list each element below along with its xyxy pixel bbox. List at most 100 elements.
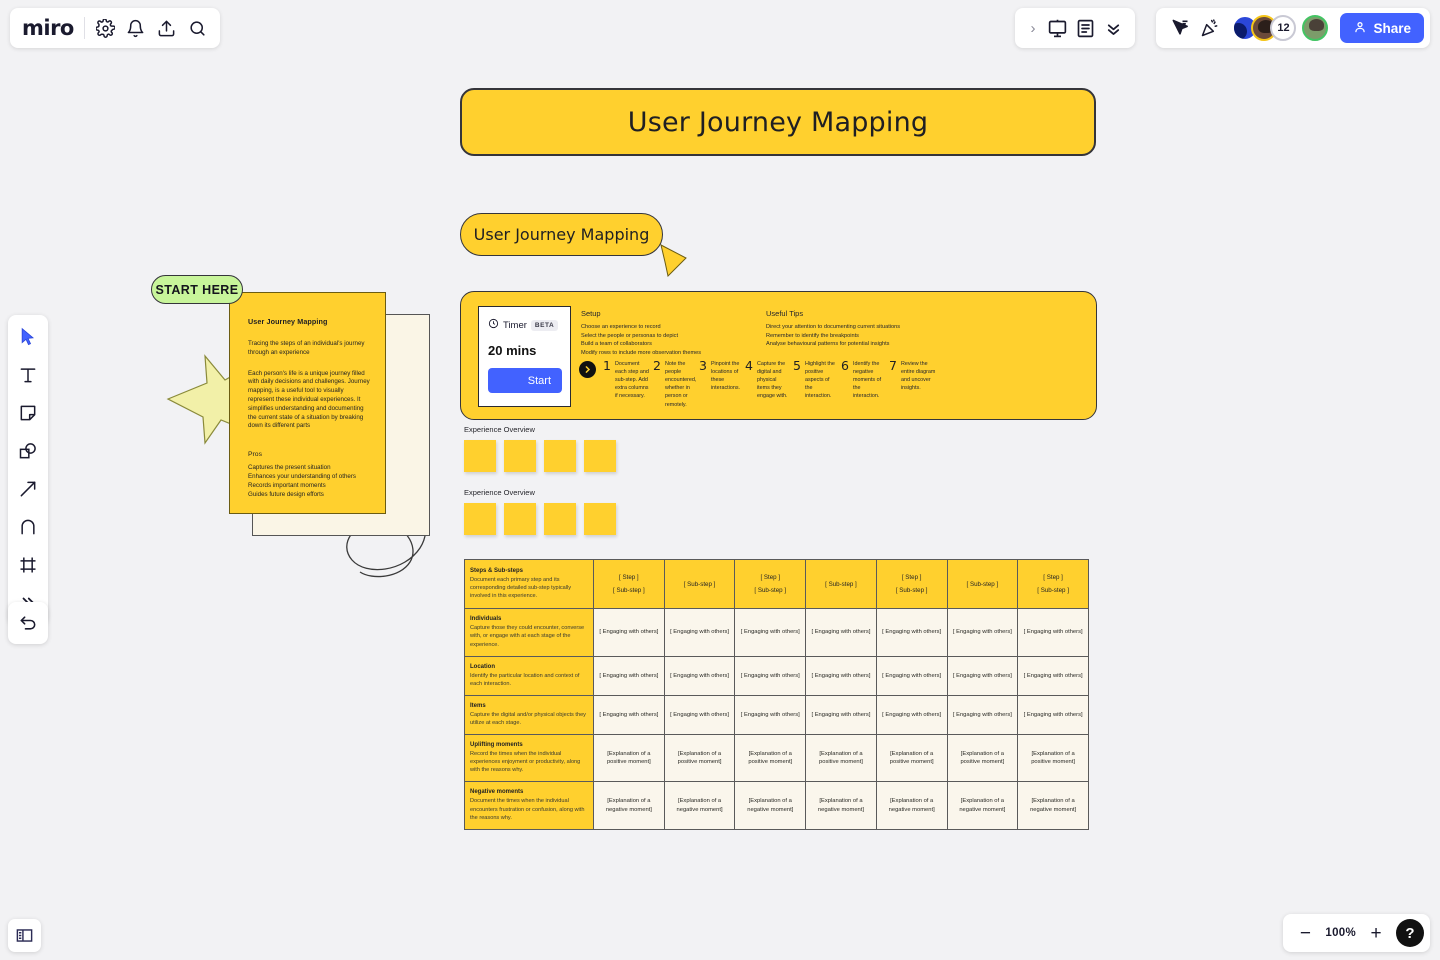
mini-sticky-note[interactable] [544,440,576,472]
search-icon[interactable] [187,16,208,40]
row-label-5[interactable]: Negative momentsDocument the times when … [465,782,594,829]
arrow-tool[interactable] [14,475,42,503]
select-tool[interactable] [14,323,42,351]
table-cell[interactable]: [Explanation of a negative moment] [806,782,877,829]
table-cell[interactable]: [ Engaging with others] [947,695,1018,734]
table-cell[interactable]: [Explanation of a positive moment] [1018,735,1089,782]
notes-icon[interactable] [1073,16,1097,40]
table-column-header-1[interactable]: [ Step ][ Sub-step ] [594,560,665,609]
row-label-2[interactable]: LocationIdentify the particular location… [465,656,594,695]
upload-icon[interactable] [156,16,177,40]
table-cell[interactable]: [ Engaging with others] [735,656,806,695]
table-column-header-6[interactable]: [ Sub-step ] [947,560,1018,609]
table-corner-cell[interactable]: Steps & Sub-stepsDocument each primary s… [465,560,594,609]
substep-placeholder: [ Sub-step ] [596,584,662,597]
undo-button[interactable] [8,602,48,644]
table-cell[interactable]: [Explanation of a negative moment] [735,782,806,829]
mini-sticky-note[interactable] [504,440,536,472]
table-cell[interactable]: [ Engaging with others] [1018,695,1089,734]
journey-map-table[interactable]: Steps & Sub-stepsDocument each primary s… [464,559,1089,830]
mini-sticky-note[interactable] [504,503,536,535]
intro-sticky-note[interactable]: User Journey Mapping Tracing the steps o… [229,292,386,514]
avatar-man[interactable] [1302,15,1328,41]
table-column-header-2[interactable]: [ Sub-step ] [664,560,735,609]
table-column-header-4[interactable]: [ Sub-step ] [806,560,877,609]
table-cell[interactable]: [ Engaging with others] [735,609,806,656]
frame-tool[interactable] [14,551,42,579]
timer-widget[interactable]: Timer BETA 20 mins Start [478,306,571,407]
mini-sticky-note[interactable] [464,503,496,535]
divider [84,17,85,39]
table-cell[interactable]: [Explanation of a positive moment] [806,735,877,782]
miro-logo[interactable]: miro [22,18,74,39]
share-label: Share [1373,21,1411,36]
table-cell[interactable]: [ Engaging with others] [1018,609,1089,656]
help-button[interactable]: ? [1396,919,1424,947]
table-cell[interactable]: [ Engaging with others] [594,656,665,695]
sticky-note-tool[interactable] [14,399,42,427]
row-label-1[interactable]: IndividualsCapture those they could enco… [465,609,594,656]
table-cell[interactable]: [ Engaging with others] [1018,656,1089,695]
instructions-panel[interactable]: Timer BETA 20 mins Start Setup Choose an… [460,291,1097,420]
table-cell[interactable]: [ Engaging with others] [876,695,947,734]
celebrate-icon[interactable] [1198,16,1222,40]
table-cell[interactable]: [Explanation of a negative moment] [664,782,735,829]
table-cell[interactable]: [Explanation of a negative moment] [1018,782,1089,829]
text-tool[interactable] [14,361,42,389]
mini-sticky-note[interactable] [544,503,576,535]
chevron-right-icon [579,361,596,378]
section-pill-banner[interactable]: User Journey Mapping [460,213,663,256]
sticky-body: Each person's life is a unique journey f… [248,370,371,432]
timer-start-button[interactable]: Start [488,368,562,393]
table-cell[interactable]: [Explanation of a positive moment] [594,735,665,782]
zoom-in-button[interactable]: + [1368,924,1384,943]
start-here-badge[interactable]: START HERE [151,275,243,304]
shapes-tool[interactable] [14,437,42,465]
row-label-3[interactable]: ItemsCapture the digital and/or physical… [465,695,594,734]
table-cell[interactable]: [ Engaging with others] [664,656,735,695]
table-cell[interactable]: [ Engaging with others] [594,695,665,734]
table-cell[interactable]: [ Engaging with others] [664,695,735,734]
table-cell[interactable]: [Explanation of a negative moment] [876,782,947,829]
table-cell[interactable]: [ Engaging with others] [947,656,1018,695]
table-cell[interactable]: [ Engaging with others] [876,656,947,695]
row-label-4[interactable]: Uplifting momentsRecord the times when t… [465,735,594,782]
table-cell[interactable]: [ Engaging with others] [735,695,806,734]
table-cell[interactable]: [ Engaging with others] [806,695,877,734]
presentation-icon[interactable] [1045,16,1069,40]
table-column-header-7[interactable]: [ Step ][ Sub-step ] [1018,560,1089,609]
gear-icon[interactable] [95,16,116,40]
mini-sticky-note[interactable] [464,440,496,472]
table-cell[interactable]: [ Engaging with others] [594,609,665,656]
panel-toggle-button[interactable] [8,919,41,952]
table-cell[interactable]: [ Engaging with others] [947,609,1018,656]
mini-sticky-note[interactable] [584,503,616,535]
zoom-out-button[interactable]: − [1297,924,1313,943]
bell-icon[interactable] [126,16,147,40]
board-title-banner[interactable]: User Journey Mapping [460,88,1096,156]
table-cell[interactable]: [Explanation of a positive moment] [876,735,947,782]
setup-section: Setup Choose an experience to record Sel… [581,309,771,357]
table-cell[interactable]: [Explanation of a negative moment] [947,782,1018,829]
table-column-header-5[interactable]: [ Step ][ Sub-step ] [876,560,947,609]
table-cell[interactable]: [ Engaging with others] [664,609,735,656]
board-canvas[interactable]: User Journey Mapping User Journey Mappin… [0,0,1440,960]
table-cell[interactable]: [Explanation of a negative moment] [594,782,665,829]
table-cell[interactable]: [ Engaging with others] [806,609,877,656]
table-cell[interactable]: [Explanation of a positive moment] [735,735,806,782]
table-cell[interactable]: [ Engaging with others] [806,656,877,695]
collaborator-avatars[interactable]: 12 [1232,15,1328,41]
table-cell[interactable]: [Explanation of a positive moment] [947,735,1018,782]
avatar-count[interactable]: 12 [1270,15,1296,41]
sticky-pros-heading: Pros [248,451,371,458]
table-column-header-3[interactable]: [ Step ][ Sub-step ] [735,560,806,609]
table-cell[interactable]: [ Engaging with others] [876,609,947,656]
chevron-double-down-icon[interactable] [1101,16,1125,40]
mini-sticky-note[interactable] [584,440,616,472]
pen-tool[interactable] [14,513,42,541]
cursor-share-icon[interactable] [1168,16,1192,40]
row-desc: Capture the digital and/or physical obje… [470,711,588,727]
share-button[interactable]: Share [1340,13,1424,43]
expand-chevron-icon[interactable]: › [1025,16,1041,40]
table-cell[interactable]: [Explanation of a positive moment] [664,735,735,782]
